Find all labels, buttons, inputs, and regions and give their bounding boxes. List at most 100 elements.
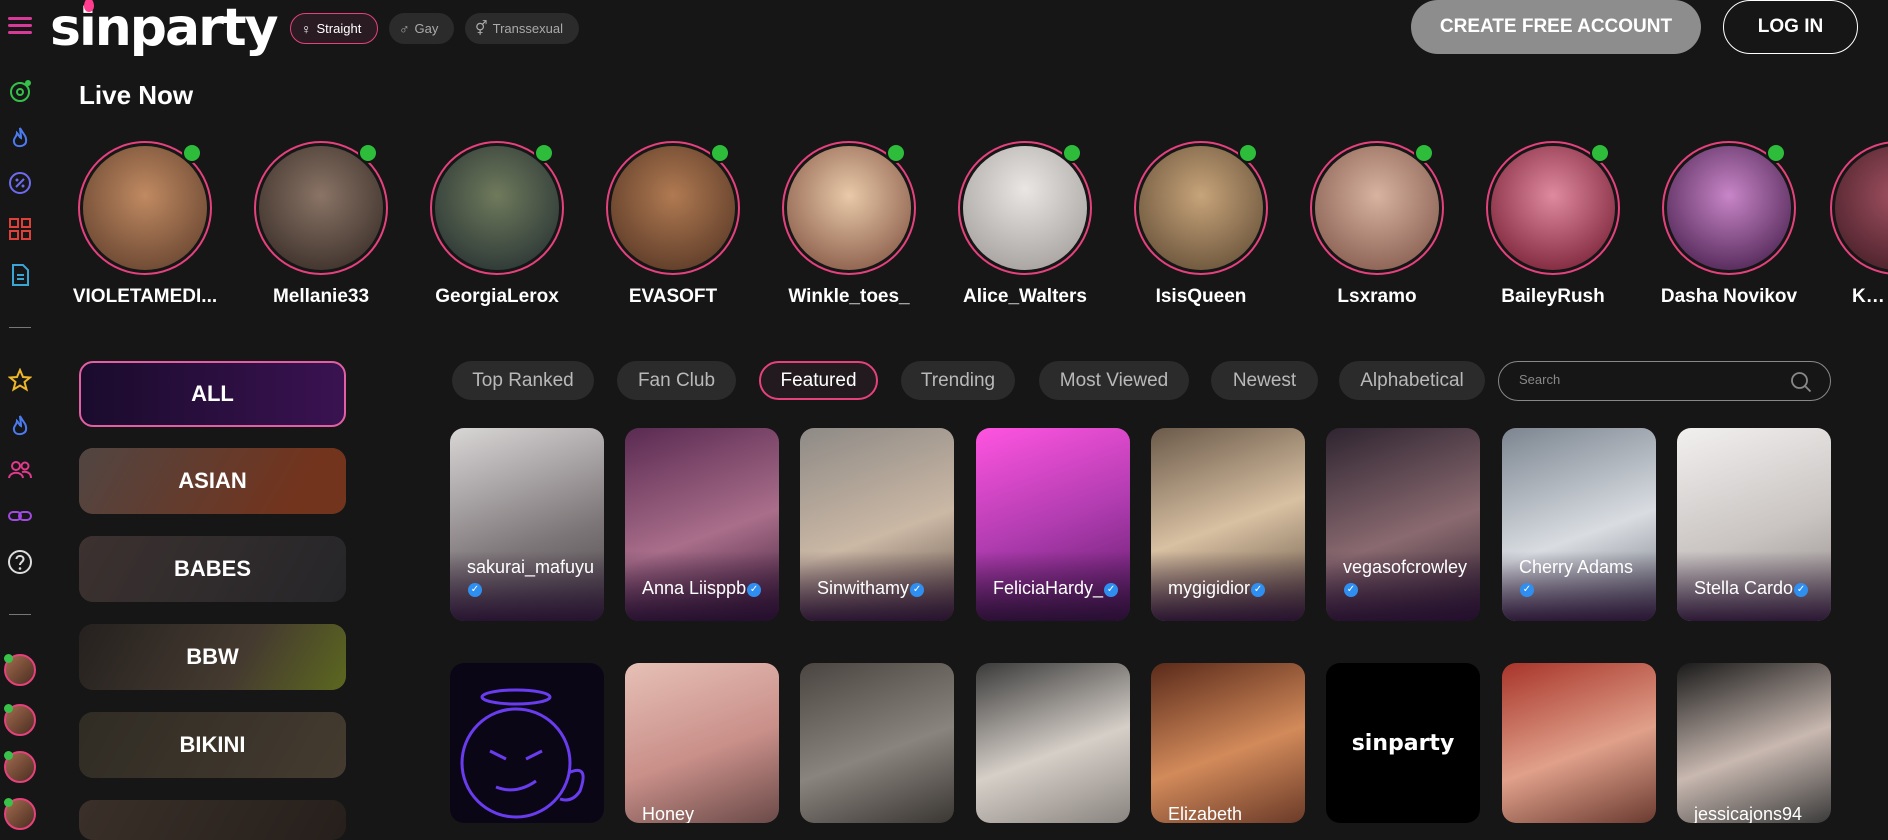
live-model[interactable]: BaileyRush xyxy=(1478,141,1628,308)
star-icon[interactable] xyxy=(7,367,33,393)
online-indicator xyxy=(534,143,554,163)
model-card[interactable]: sinparty xyxy=(1326,663,1480,823)
verified-icon: ✓ xyxy=(1104,583,1119,597)
model-card[interactable]: FeliciaHardy_ ✓ xyxy=(976,428,1130,621)
live-model-name: Mellanie33 xyxy=(272,286,370,307)
model-card[interactable] xyxy=(976,663,1130,823)
category-bikini[interactable]: BIKINI xyxy=(79,712,346,778)
live-model[interactable]: Lsxramo xyxy=(1302,141,1452,308)
live-now-title: Live Now xyxy=(79,80,194,110)
filter-gay[interactable]: ♂ Gay xyxy=(389,13,454,44)
tab-newest[interactable]: Newest xyxy=(1211,361,1318,400)
live-model[interactable]: VIOLETAMEDI... xyxy=(70,141,220,308)
link-icon[interactable] xyxy=(7,503,33,529)
model-card[interactable] xyxy=(1502,663,1656,823)
verified-icon: ✓ xyxy=(910,583,925,597)
avatar[interactable] xyxy=(4,704,36,736)
logo[interactable]: sinparty xyxy=(50,0,279,56)
avatar[interactable] xyxy=(4,798,36,830)
tab-trending[interactable]: Trending xyxy=(901,361,1015,400)
model-card-name: vegasofcrowley✓ xyxy=(1343,557,1468,597)
category-next[interactable] xyxy=(79,800,346,840)
search-box xyxy=(1498,361,1831,401)
model-card-name: Sinwithamy ✓ xyxy=(817,578,946,599)
online-indicator xyxy=(358,143,378,163)
help-icon[interactable] xyxy=(7,549,33,575)
model-card[interactable]: vegasofcrowley✓ xyxy=(1326,428,1480,621)
live-model[interactable]: Mellanie33 xyxy=(246,141,396,308)
live-model[interactable]: IsisQueen xyxy=(1126,141,1276,308)
category-all[interactable]: ALL xyxy=(79,361,346,427)
avatar xyxy=(1134,141,1268,275)
avatar xyxy=(78,141,212,275)
female-icon: ♀ xyxy=(301,20,312,37)
avatar[interactable] xyxy=(4,654,36,686)
model-card[interactable]: Honey xyxy=(625,663,779,823)
model-card-name: Stella Cardo ✓ xyxy=(1694,578,1823,599)
avatar xyxy=(430,141,564,275)
live-cam-icon[interactable] xyxy=(7,78,33,104)
model-card-name: FeliciaHardy_ ✓ xyxy=(993,578,1122,599)
model-card-name: mygigidior ✓ xyxy=(1168,578,1297,599)
devil-face-icon xyxy=(460,688,585,819)
model-card[interactable]: Stella Cardo ✓ xyxy=(1677,428,1831,621)
male-icon: ♂ xyxy=(399,20,410,37)
search-input[interactable] xyxy=(1519,372,1779,387)
category-bbw[interactable]: BBW xyxy=(79,624,346,690)
login-button[interactable]: LOG IN xyxy=(1723,0,1858,54)
model-card-name: Anna Liisppb ✓ xyxy=(642,578,771,599)
online-indicator xyxy=(182,143,202,163)
online-indicator xyxy=(1062,143,1082,163)
model-card[interactable]: Cherry Adams ✓ xyxy=(1502,428,1656,621)
model-card[interactable] xyxy=(800,663,954,823)
search-icon[interactable] xyxy=(1790,371,1812,393)
model-card-name: Cherry Adams ✓ xyxy=(1519,557,1634,597)
discount-icon[interactable] xyxy=(7,170,33,196)
create-account-button[interactable]: CREATE FREE ACCOUNT xyxy=(1411,0,1701,54)
trans-icon: ⚥ xyxy=(475,20,488,36)
model-card[interactable]: Sinwithamy ✓ xyxy=(800,428,954,621)
live-model-name: VIOLETAMEDI... xyxy=(72,286,218,307)
document-icon[interactable] xyxy=(7,262,33,288)
model-card[interactable]: sakurai_mafuyu✓ xyxy=(450,428,604,621)
online-indicator xyxy=(1414,143,1434,163)
verified-icon: ✓ xyxy=(1794,583,1809,597)
tab-fan-club[interactable]: Fan Club xyxy=(617,361,736,400)
model-card[interactable] xyxy=(450,663,604,823)
model-card[interactable]: Anna Liisppb ✓ xyxy=(625,428,779,621)
menu-icon[interactable] xyxy=(6,14,34,38)
flame-icon[interactable] xyxy=(7,125,33,151)
avatar xyxy=(782,141,916,275)
live-model[interactable]: Winkle_toes_ xyxy=(774,141,924,308)
category-asian[interactable]: ASIAN xyxy=(79,448,346,514)
tab-top-ranked[interactable]: Top Ranked xyxy=(452,361,594,400)
model-card-name: sakurai_mafuyu✓ xyxy=(467,557,595,597)
live-model-name: Winkle_toes_ xyxy=(788,286,910,307)
avatar[interactable] xyxy=(4,751,36,783)
model-card[interactable]: mygigidior ✓ xyxy=(1151,428,1305,621)
users-icon[interactable] xyxy=(7,457,33,483)
flame-icon[interactable] xyxy=(7,413,33,439)
model-card[interactable]: jessicajons94 xyxy=(1677,663,1831,823)
tab-most-viewed[interactable]: Most Viewed xyxy=(1039,361,1189,400)
live-model[interactable]: Kelly xyxy=(1830,141,1888,308)
top-bar: sinparty ♀ Straight ♂ Gay ⚥ Transsexual CRE… xyxy=(0,0,1888,56)
avatar xyxy=(958,141,1092,275)
verified-icon: ✓ xyxy=(1344,583,1358,597)
online-indicator xyxy=(1766,143,1786,163)
tab-featured[interactable]: Featured xyxy=(759,361,878,400)
model-card-name: Elizabeth xyxy=(1168,804,1243,823)
category-babes[interactable]: BABES xyxy=(79,536,346,602)
avatar xyxy=(1830,141,1888,275)
filter-straight[interactable]: ♀ Straight xyxy=(290,13,378,44)
tab-alphabetical[interactable]: Alphabetical xyxy=(1339,361,1485,400)
live-model[interactable]: Alice_Walters xyxy=(950,141,1100,308)
grid-icon[interactable] xyxy=(7,216,33,242)
filter-transsexual[interactable]: ⚥ Transsexual xyxy=(465,13,579,44)
live-model-name: Lsxramo xyxy=(1337,286,1417,307)
live-model[interactable]: Dasha Novikov xyxy=(1654,141,1804,308)
live-model[interactable]: EVASOFT xyxy=(598,141,748,308)
live-model[interactable]: GeorgiaLerox xyxy=(422,141,572,308)
model-card-name: jessicajons94 xyxy=(1694,804,1803,823)
model-card[interactable]: Elizabeth xyxy=(1151,663,1305,823)
